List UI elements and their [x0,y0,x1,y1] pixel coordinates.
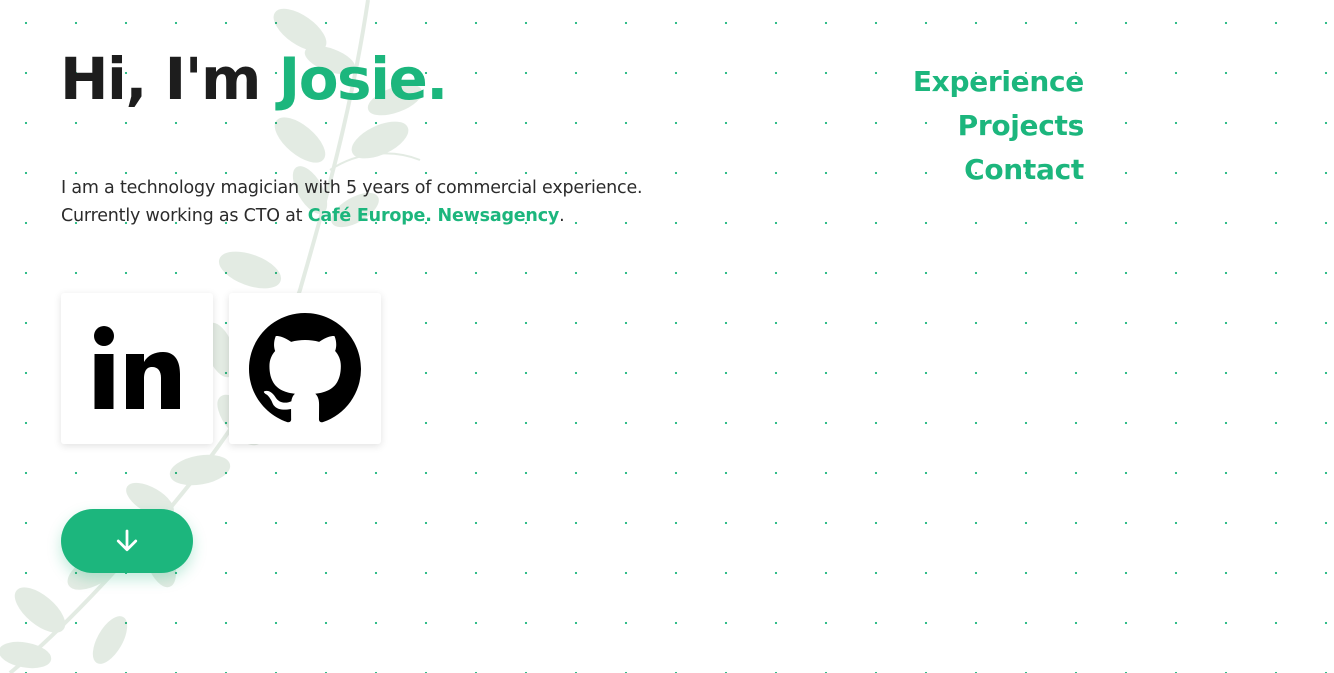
linkedin-link[interactable] [61,293,213,444]
hero-name: Josie. [278,45,449,113]
main-nav: Experience Projects Contact [913,60,1084,192]
bio-line-2-prefix: Currently working as CTO at [61,206,303,226]
hero-greeting: Hi, I'm [60,45,261,113]
bio-line-1: I am a technology magician with 5 years … [61,178,643,198]
social-links [61,293,381,444]
bio-text: I am a technology magician with 5 years … [61,174,643,230]
scroll-down-button[interactable] [61,509,193,573]
page: Hi, I'm Josie. I am a technology magicia… [0,0,1334,673]
company-link[interactable]: Café Europe. Newsagency [308,206,560,226]
nav-projects[interactable]: Projects [958,104,1085,148]
bio-line-2-suffix: . [559,206,565,226]
arrow-down-icon [116,529,138,552]
nav-contact[interactable]: Contact [964,148,1084,192]
github-link[interactable] [229,293,381,444]
nav-experience[interactable]: Experience [913,60,1084,104]
github-icon [249,312,361,422]
linkedin-icon [94,325,180,409]
hero-title: Hi, I'm Josie. [60,44,449,114]
